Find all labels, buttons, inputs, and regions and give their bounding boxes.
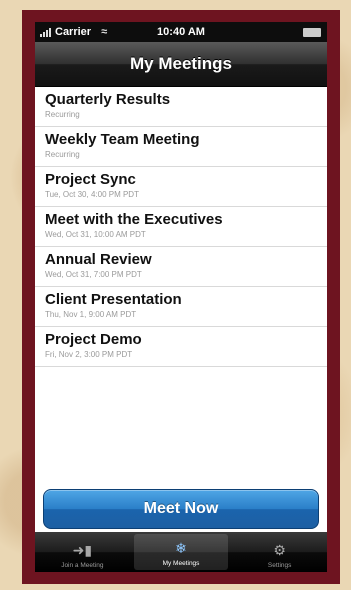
page-title: My Meetings	[129, 54, 233, 73]
meeting-subtitle: Thu, Nov 1, 9:00 AM PDT	[45, 310, 137, 319]
tab-settings[interactable]: ⚙ Settings	[232, 532, 327, 572]
meeting-row-meet-with-executives[interactable]: Meet with the Executives Wed, Oct 31, 10…	[35, 207, 327, 247]
meeting-subtitle: Recurring	[45, 150, 80, 159]
meeting-row-client-presentation[interactable]: Client Presentation Thu, Nov 1, 9:00 AM …	[35, 287, 327, 327]
meeting-row-project-demo[interactable]: Project Demo Fri, Nov 2, 3:00 PM PDT	[35, 327, 327, 367]
meeting-row-quarterly-results[interactable]: Quarterly Results Recurring	[35, 87, 327, 127]
tab-join-meeting[interactable]: ➜▮ Join a Meeting	[35, 532, 130, 572]
gear-icon: ⚙	[273, 542, 286, 558]
tab-bar: ➜▮ Join a Meeting ❄ My Meetings ⚙ Settin…	[35, 532, 327, 572]
meet-now-button[interactable]: Meet Now	[43, 489, 319, 529]
tab-label: My Meetings	[162, 560, 200, 567]
join-icon: ➜▮	[72, 542, 93, 558]
meeting-subtitle: Tue, Oct 30, 4:00 PM PDT	[45, 190, 139, 199]
snowflake-icon: ❄	[175, 540, 187, 556]
meetings-list: Quarterly Results Recurring Weekly Team …	[35, 87, 327, 367]
tab-label: Join a Meeting	[61, 562, 104, 569]
status-time: 10:40 AM	[157, 26, 205, 38]
meeting-subtitle: Wed, Oct 31, 7:00 PM PDT	[45, 270, 142, 279]
maroon-frame: Carrier ≈ 10:40 AM My Meetings Quarterly…	[22, 10, 340, 584]
meeting-row-project-sync[interactable]: Project Sync Tue, Oct 30, 4:00 PM PDT	[35, 167, 327, 207]
navigation-bar: My Meetings	[35, 42, 327, 87]
status-bar: Carrier ≈ 10:40 AM	[35, 22, 327, 42]
battery-icon	[303, 28, 321, 37]
meeting-title: Meet with the Executives	[45, 211, 223, 228]
tab-label: Settings	[267, 562, 292, 569]
meeting-title: Weekly Team Meeting	[45, 131, 200, 148]
meeting-subtitle: Fri, Nov 2, 3:00 PM PDT	[45, 350, 133, 359]
meeting-row-annual-review[interactable]: Annual Review Wed, Oct 31, 7:00 PM PDT	[35, 247, 327, 287]
meeting-subtitle: Wed, Oct 31, 10:00 AM PDT	[45, 230, 146, 239]
meeting-title: Annual Review	[45, 251, 152, 268]
meeting-title: Quarterly Results	[45, 91, 171, 108]
meeting-subtitle: Recurring	[45, 110, 80, 119]
tab-my-meetings[interactable]: ❄ My Meetings	[133, 534, 229, 570]
meeting-title: Project Demo	[45, 331, 142, 348]
meeting-title: Client Presentation	[45, 291, 182, 308]
meeting-title: Project Sync	[45, 171, 136, 188]
phone-screen: Carrier ≈ 10:40 AM My Meetings Quarterly…	[35, 22, 327, 572]
meeting-row-weekly-team-meeting[interactable]: Weekly Team Meeting Recurring	[35, 127, 327, 167]
